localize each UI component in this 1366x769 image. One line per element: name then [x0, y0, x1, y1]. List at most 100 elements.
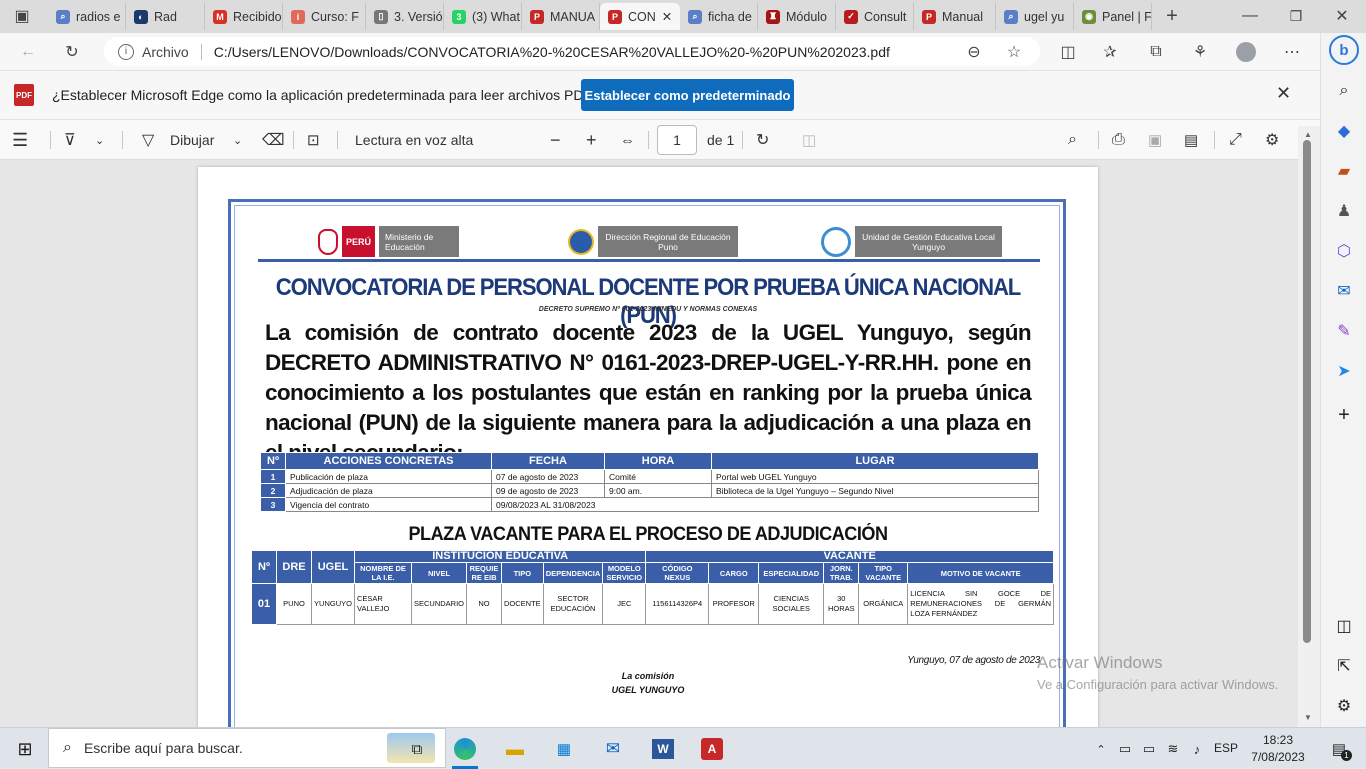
tab[interactable]: M Recibido — [205, 3, 283, 30]
vacancy-header: INSTITUCIÓN EDUCATIVA — [353, 550, 647, 563]
eraser-icon[interactable]: ⌫ — [262, 128, 285, 152]
battery-icon[interactable]: ▭ — [1136, 736, 1162, 762]
text-box-icon[interactable]: ⊡ — [307, 128, 320, 152]
microsoft365-icon[interactable]: ⬡ — [1329, 236, 1359, 266]
edge-taskbar-icon[interactable] — [452, 736, 478, 762]
highlight-icon[interactable]: ⊽ — [64, 128, 76, 152]
tray-chevron-icon[interactable]: ⌃ — [1088, 736, 1114, 762]
search-icon: ⌕ — [1004, 9, 1018, 24]
infobar-message: ¿Establecer Microsoft Edge como la aplic… — [52, 87, 600, 103]
task-view-icon[interactable]: ⧉ — [404, 736, 430, 762]
tab-actions-icon[interactable]: ▣ — [8, 2, 36, 30]
clock-time[interactable]: 18:23 — [1246, 733, 1310, 747]
page-number-input[interactable]: 1 — [657, 125, 697, 155]
page-view-icon[interactable]: ◫ — [802, 128, 816, 152]
tab[interactable]: ⌕ radios e — [48, 3, 126, 30]
refresh-button[interactable]: ↻ — [58, 38, 86, 66]
tools-briefcase-icon[interactable]: ▰ — [1329, 156, 1359, 186]
find-icon[interactable]: ⌕ — [1068, 128, 1077, 152]
back-button[interactable]: ← — [14, 38, 42, 66]
tab[interactable]: 3 (3) What — [444, 3, 522, 30]
tab[interactable]: ⌕ ugel yu — [996, 3, 1074, 30]
zoom-in-icon[interactable]: + — [586, 128, 597, 152]
default-app-infobar: PDF ¿Establecer Microsoft Edge como la a… — [0, 70, 1320, 120]
more-menu-icon[interactable]: ⋯ — [1278, 38, 1306, 66]
mail-icon[interactable]: ✉ — [600, 736, 626, 762]
designer-icon[interactable]: ✎ — [1329, 316, 1359, 346]
tab[interactable]: i Curso: F — [283, 3, 366, 30]
close-window-button[interactable]: ✕ — [1328, 2, 1356, 30]
vacancy-cell: PUNO — [276, 583, 312, 625]
close-tab-icon[interactable]: ✕ — [662, 9, 672, 24]
sidebar-panel-icon[interactable]: ◫ — [1329, 611, 1359, 641]
new-tab-button[interactable]: + — [1158, 2, 1186, 30]
pdf-settings-gear-icon[interactable]: ⚙ — [1265, 128, 1279, 152]
tab-label: CON — [628, 9, 656, 24]
vacancy-subheader: JORN. TRAB. — [823, 562, 860, 584]
shopping-tag-icon[interactable]: ◆ — [1329, 116, 1359, 146]
read-aloud-button[interactable]: Lectura en voz alta — [355, 128, 473, 152]
fullscreen-icon[interactable]: ⤢ — [1229, 128, 1242, 152]
extensions-icon[interactable]: ⚘ — [1186, 38, 1214, 66]
tab[interactable]: ▯ 3. Versió — [366, 3, 444, 30]
external-link-icon[interactable]: ⇱ — [1329, 651, 1359, 681]
zoom-out-icon[interactable]: − — [550, 128, 561, 152]
favorite-star-icon[interactable]: ☆ — [1000, 38, 1028, 66]
scroll-up-icon[interactable]: ▲ — [1304, 130, 1312, 139]
tray-meet-icon[interactable]: ▭ — [1112, 736, 1138, 762]
print-icon[interactable]: ⎙ — [1112, 128, 1125, 152]
save-as-icon[interactable]: ▤ — [1184, 128, 1198, 152]
draw-chevron-icon[interactable]: ⌄ — [233, 128, 242, 152]
date-place: Yunguyo, 07 de agosto de 2023 — [907, 655, 1040, 666]
tab[interactable]: P CON ✕ — [600, 3, 680, 30]
tab[interactable]: ✓ Consult — [836, 3, 914, 30]
fit-page-icon[interactable]: ⇔ — [620, 128, 635, 152]
wifi-icon[interactable]: ≋ — [1160, 736, 1186, 762]
acrobat-icon[interactable]: A — [699, 736, 725, 762]
file-explorer-icon[interactable]: ▬ — [502, 736, 528, 762]
tab[interactable]: P Manual — [914, 3, 996, 30]
draw-button[interactable]: Dibujar — [170, 128, 214, 152]
scroll-down-icon[interactable]: ▼ — [1304, 713, 1312, 722]
zoom-icon[interactable]: ⊖ — [960, 38, 988, 66]
url-field[interactable]: i Archivo C:/Users/LENOVO/Downloads/CONV… — [104, 37, 1040, 66]
scrollbar[interactable]: ▲ ▼ — [1298, 126, 1320, 727]
outlook-icon[interactable]: ✉ — [1329, 276, 1359, 306]
scroll-thumb[interactable] — [1303, 140, 1311, 643]
close-infobar-icon[interactable]: ✕ — [1276, 83, 1291, 104]
tab[interactable]: ◉ Panel | F — [1074, 3, 1152, 30]
windows-start-icon[interactable]: ⊞ — [12, 736, 38, 762]
vacancy-subheader: REQUIE RE EIB — [466, 562, 503, 584]
minimize-button[interactable]: — — [1236, 2, 1264, 30]
favorites-icon[interactable]: ✰ — [1096, 38, 1124, 66]
games-icon[interactable]: ♟ — [1329, 196, 1359, 226]
collections-icon[interactable]: ⧉ — [1142, 38, 1170, 66]
draw-icon[interactable]: ▽ — [142, 128, 154, 152]
taskbar-search[interactable]: ⌕ Escribe aquí para buscar. — [48, 728, 446, 768]
clock-date[interactable]: 7/08/2023 — [1246, 750, 1310, 764]
rotate-icon[interactable]: ↻ — [756, 128, 769, 152]
save-icon[interactable]: ▣ — [1148, 128, 1162, 152]
profile-avatar[interactable] — [1232, 38, 1260, 66]
send-icon[interactable]: ➤ — [1329, 356, 1359, 386]
word-icon[interactable]: W — [650, 736, 676, 762]
tab[interactable]: ◐ Rad — [126, 3, 205, 30]
notifications-icon[interactable]: ▤ 1 — [1326, 736, 1352, 762]
split-screen-icon[interactable]: ◫ — [1054, 38, 1082, 66]
add-sidebar-app-icon[interactable]: + — [1329, 400, 1359, 430]
store-icon[interactable]: ▦ — [551, 736, 577, 762]
bing-copilot-icon[interactable]: b — [1329, 35, 1359, 65]
highlight-chevron-icon[interactable]: ⌄ — [95, 128, 104, 152]
tab[interactable]: P MANUA — [522, 3, 600, 30]
tab-label: radios e — [76, 9, 121, 24]
volume-icon[interactable]: ♪ — [1184, 736, 1210, 762]
set-default-button[interactable]: Establecer como predeterminado — [581, 79, 794, 111]
contents-icon[interactable]: ☰ — [12, 128, 28, 152]
tab[interactable]: ⌕ ficha de — [680, 3, 758, 30]
restore-button[interactable]: ❐ — [1282, 2, 1310, 30]
sidebar-settings-icon[interactable]: ⚙ — [1329, 691, 1359, 721]
speaker-icon: ◐ — [134, 9, 148, 24]
language-indicator[interactable]: ESP — [1214, 741, 1238, 755]
search-icon[interactable]: ⌕ — [1329, 76, 1359, 106]
tab[interactable]: ♜ Módulo — [758, 3, 836, 30]
